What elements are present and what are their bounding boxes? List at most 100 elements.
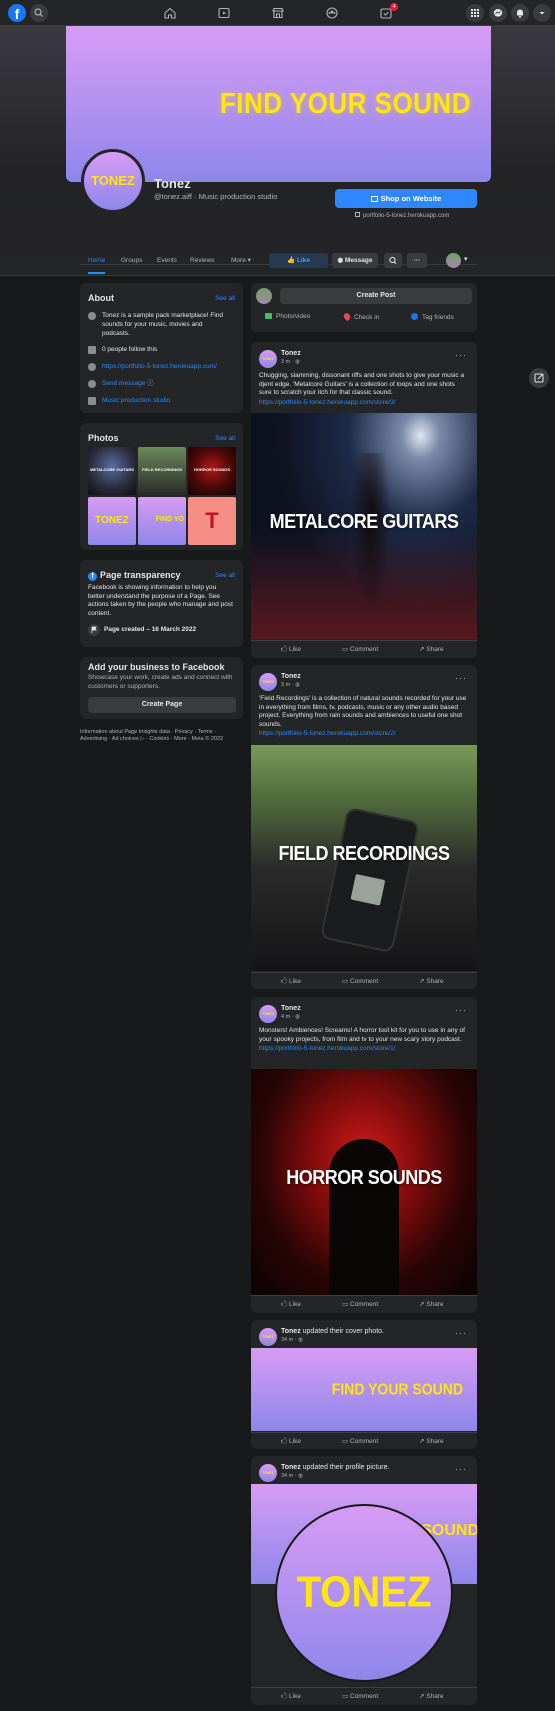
tab-reviews[interactable]: Reviews [190, 252, 215, 274]
tag-friends-button[interactable]: Tag friends [411, 313, 454, 321]
share-button[interactable]: ↗ Share [419, 1300, 444, 1308]
photos-see-all-link[interactable]: See all [215, 435, 235, 442]
message-label: Message [345, 257, 373, 264]
avatar[interactable]: TONEZ [259, 350, 277, 368]
tab-groups[interactable]: Groups [121, 252, 142, 274]
like-label: Like [289, 1301, 301, 1308]
tab-more[interactable]: More ▾ [231, 252, 251, 274]
facebook-logo-icon[interactable]: f [8, 4, 26, 22]
post-author-name[interactable]: Tonez [281, 1328, 301, 1335]
message-button[interactable]: ◉ Message [332, 253, 378, 268]
comment-icon: ▭ [342, 978, 349, 985]
like-button[interactable]: 🖒 Like [281, 977, 301, 988]
shop-url[interactable]: portfolio-5-tonez.herokuapp.com [355, 212, 449, 219]
photo-thumbnail[interactable]: FIELD RECORDINGS [138, 447, 186, 495]
post-image[interactable]: METALCORE GUITARS [251, 413, 477, 639]
profile-picture[interactable]: TONEZ [81, 149, 145, 213]
notifications-bell-icon[interactable] [511, 4, 529, 22]
share-button[interactable]: ↗ Share [419, 645, 444, 653]
post-options-button[interactable]: ··· [455, 1328, 467, 1338]
comment-button[interactable]: ▭ Comment [342, 645, 378, 653]
post-timestamp[interactable]: 34 m · ◍ [281, 1337, 303, 1343]
category-link[interactable]: Music production studio [102, 396, 227, 405]
external-link-icon [355, 212, 360, 217]
photo-thumbnail[interactable]: FIND YO [138, 497, 186, 545]
search-page-button[interactable] [384, 253, 402, 268]
post-link[interactable]: https://portfolio-5-tonez.herokuapp.com/… [259, 399, 469, 408]
more-options-button[interactable]: ··· [407, 253, 427, 268]
like-button[interactable]: 🖒 Like [281, 1300, 301, 1311]
post-timestamp[interactable]: 3 m · ◍ [281, 682, 300, 688]
avatar[interactable]: TONEZ [259, 1005, 277, 1023]
like-button[interactable]: 🖒 Like [281, 1692, 301, 1703]
transparency-see-all-link[interactable]: See all [215, 572, 235, 579]
share-button[interactable]: ↗ Share [419, 1692, 444, 1700]
post-timestamp[interactable]: 34 m · ◍ [281, 1473, 303, 1479]
post-options-button[interactable]: ··· [455, 673, 467, 683]
switch-profile-button[interactable]: ▾ [444, 253, 474, 268]
like-page-button[interactable]: 👍 Like [269, 253, 328, 268]
photo-thumbnail[interactable]: HORROR SOUNDS [188, 447, 236, 495]
account-dropdown-icon[interactable] [533, 4, 551, 22]
hooded-figure-silhouette [329, 1139, 399, 1295]
watch-icon[interactable] [216, 5, 232, 21]
post-image[interactable]: FIELD RECORDINGS [251, 745, 477, 971]
post-author[interactable]: Tonez [281, 350, 301, 357]
post-image[interactable]: HORROR SOUNDS [251, 1069, 477, 1295]
post-timestamp[interactable]: 3 m · ◍ [281, 359, 300, 365]
post-timestamp[interactable]: 4 m · ◍ [281, 1014, 300, 1020]
post-author[interactable]: Tonez updated their profile picture. [281, 1464, 389, 1471]
comment-button[interactable]: ▭ Comment [342, 1437, 378, 1445]
post-image[interactable]: SOUND TONEZ [251, 1484, 477, 1686]
thumbs-up-icon: 🖒 [281, 646, 288, 653]
post-options-button[interactable]: ··· [455, 350, 467, 360]
post-author[interactable]: Tonez updated their cover photo. [281, 1328, 384, 1335]
create-post-button[interactable]: Create Post [280, 288, 472, 304]
avatar [256, 288, 272, 304]
photo-thumbnail[interactable]: METALCORE GUITARS [88, 447, 136, 495]
marketplace-icon[interactable] [270, 5, 286, 21]
photo-thumbnail[interactable]: TONEZ [88, 497, 136, 545]
avatar[interactable]: TONEZ [259, 1464, 277, 1482]
new-message-button[interactable] [529, 368, 549, 388]
shop-on-website-button[interactable]: Shop on Website [335, 189, 477, 208]
comment-button[interactable]: ▭ Comment [342, 1300, 378, 1308]
like-button[interactable]: 🖒 Like [281, 1437, 301, 1448]
post-author-name[interactable]: Tonez [281, 1464, 301, 1471]
post-actions-bar: 🖒 Like ▭ Comment ↗ Share [251, 1295, 477, 1311]
post-options-button[interactable]: ··· [455, 1005, 467, 1015]
photo-video-button[interactable]: Photo/video [265, 313, 310, 320]
tab-home[interactable]: Home [88, 252, 106, 274]
comment-button[interactable]: ▭ Comment [342, 1692, 378, 1700]
about-website-link[interactable]: https://portfolio-5-tonez.herokuapp.com/ [102, 362, 227, 371]
post-link[interactable]: https://portfolio-5-tonez.herokuapp.com/… [259, 730, 469, 739]
avatar[interactable]: TONEZ [259, 673, 277, 691]
menu-grid-icon[interactable] [466, 4, 484, 22]
messenger-icon[interactable] [489, 4, 507, 22]
post-actions-bar: 🖒 Like ▭ Comment ↗ Share [251, 972, 477, 988]
search-icon[interactable] [30, 4, 48, 22]
tab-events[interactable]: Events [157, 252, 177, 274]
post-body: Monsters! Ambiences! Screams! A horror t… [259, 1027, 465, 1043]
footer-links[interactable]: Information about Page Insights data · P… [80, 729, 243, 743]
about-see-all-link[interactable]: See all [215, 295, 235, 302]
like-button[interactable]: 🖒 Like [281, 645, 301, 656]
post-link[interactable]: https://portfolio-5-tonez.herokuapp.com/… [259, 1045, 469, 1054]
home-icon[interactable] [162, 5, 178, 21]
comment-button[interactable]: ▭ Comment [342, 977, 378, 985]
footer-line[interactable]: Advertising · Ad choices ▷ · Cookies · M… [80, 736, 243, 743]
footer-line[interactable]: Information about Page Insights data · P… [80, 729, 243, 736]
post-author[interactable]: Tonez [281, 673, 301, 680]
share-button[interactable]: ↗ Share [419, 1437, 444, 1445]
create-page-button[interactable]: Create Page [88, 697, 236, 713]
notification-badge: 4 [390, 3, 398, 11]
post-image[interactable]: FIND YOUR SOUND [251, 1348, 477, 1431]
check-in-button[interactable]: Check in [342, 311, 379, 322]
send-message-link[interactable]: Send message ⓘ [102, 379, 227, 388]
photo-thumbnail[interactable]: T [188, 497, 236, 545]
groups-icon[interactable] [324, 5, 340, 21]
share-button[interactable]: ↗ Share [419, 977, 444, 985]
post-options-button[interactable]: ··· [455, 1464, 467, 1474]
post-author[interactable]: Tonez [281, 1005, 301, 1012]
avatar[interactable]: TONEZ [259, 1328, 277, 1346]
